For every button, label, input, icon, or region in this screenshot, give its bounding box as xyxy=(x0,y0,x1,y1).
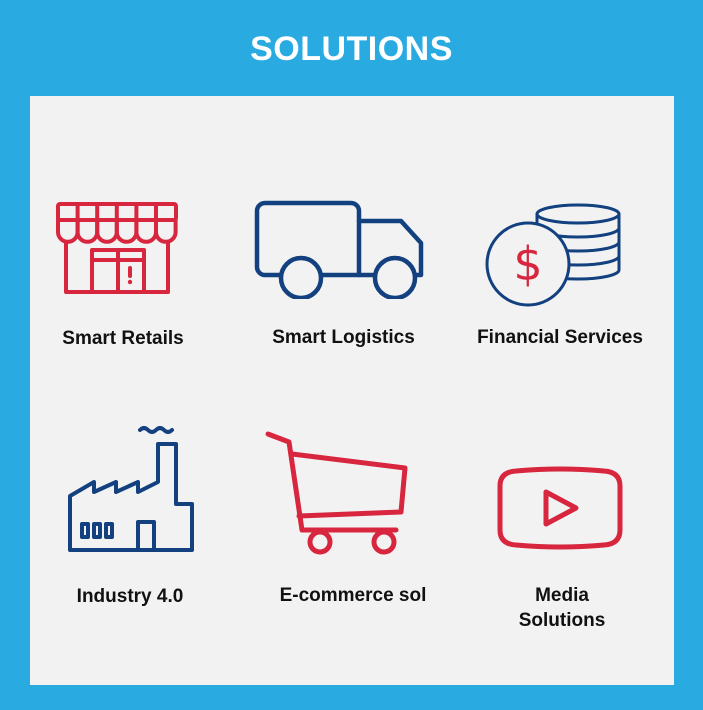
shopping-cart-icon xyxy=(265,431,408,555)
solution-label: Smart Logistics xyxy=(272,327,415,348)
coins-dollar-icon: $ xyxy=(485,203,621,307)
solutions-panel: Smart Retails Smart Logistics $ Financia… xyxy=(30,96,674,685)
label-line: Media xyxy=(535,585,589,606)
solution-label: Smart Retails xyxy=(62,328,184,349)
solution-label: Media Solutions xyxy=(482,583,642,633)
page-title: SOLUTIONS xyxy=(250,30,453,68)
label-line: Solutions xyxy=(518,610,606,631)
solution-label: E-commerce sol xyxy=(279,585,427,606)
store-icon xyxy=(56,202,178,294)
play-button-icon xyxy=(497,466,623,550)
solution-label: Industry 4.0 xyxy=(76,586,184,607)
svg-text:$: $ xyxy=(513,237,542,291)
truck-icon xyxy=(254,200,424,299)
factory-icon xyxy=(68,426,194,552)
solution-label: Financial Services xyxy=(477,327,643,348)
